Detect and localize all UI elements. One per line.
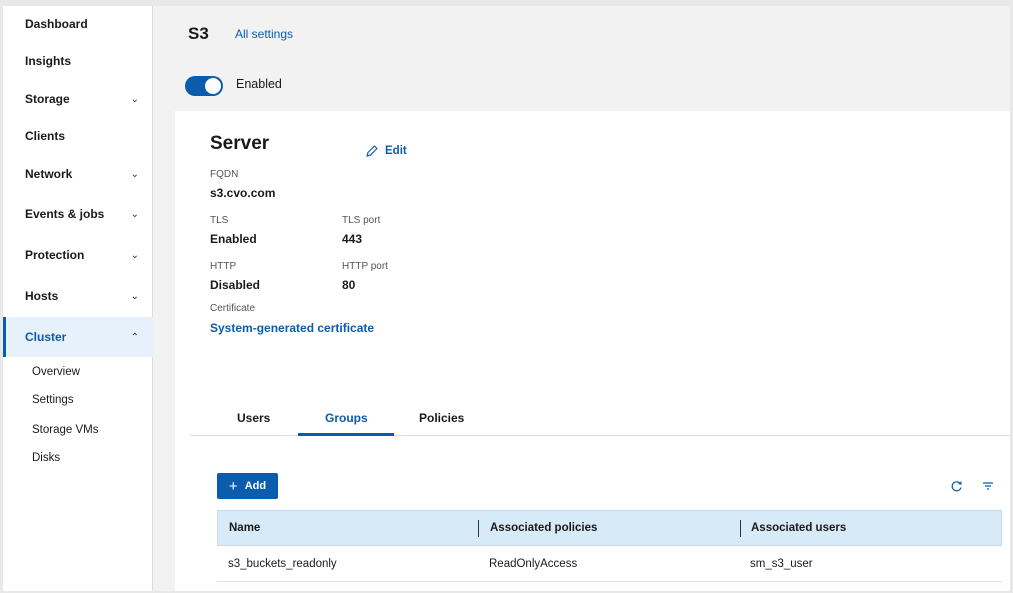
http-port-label: HTTP port	[342, 261, 388, 272]
chevron-down-icon: ⌄	[130, 93, 139, 105]
cell-associated-users: sm_s3_user	[750, 558, 813, 570]
sidebar-item-label: Insights	[25, 54, 72, 68]
sidebar-item-cluster[interactable]: Cluster ⌃	[3, 317, 153, 357]
sidebar-item-insights[interactable]: Insights	[3, 43, 153, 79]
sidebar-item-label: Dashboard	[25, 17, 88, 31]
tab-bar: Users Groups Policies	[190, 401, 1010, 436]
sidebar-item-hosts[interactable]: Hosts ⌄	[3, 278, 153, 314]
sidebar-item-label: Storage	[25, 92, 70, 106]
server-panel: Server Edit FQDN s3.cvo.com TLS Enabled …	[175, 111, 1010, 591]
cell-associated-policies: ReadOnlyAccess	[489, 558, 578, 570]
fqdn-label: FQDN	[210, 169, 239, 180]
plus-icon: +	[228, 477, 238, 495]
fqdn-value: s3.cvo.com	[210, 186, 276, 200]
sidebar-item-clients[interactable]: Clients	[3, 118, 153, 154]
edit-label: Edit	[385, 145, 407, 157]
tls-value: Enabled	[210, 232, 257, 246]
sidebar-item-label: Cluster	[25, 330, 67, 344]
tab-policies[interactable]: Policies	[419, 411, 464, 435]
table-row	[217, 582, 1002, 591]
server-title: Server	[210, 133, 270, 154]
sidebar-subitem-settings[interactable]: Settings	[32, 394, 74, 406]
tls-port-value: 443	[342, 232, 363, 246]
column-header-associated-users[interactable]: Associated users	[751, 522, 846, 534]
pencil-icon	[366, 145, 378, 157]
sidebar-item-label: Network	[25, 167, 73, 181]
cell-name: s3_buckets_readonly	[228, 558, 337, 570]
table-row[interactable]: s3_buckets_readonly ReadOnlyAccess sm_s3…	[217, 546, 1002, 582]
sidebar-subitem-storage-vms[interactable]: Storage VMs	[32, 424, 98, 436]
add-label: Add	[244, 480, 267, 492]
active-tab-indicator	[298, 433, 394, 436]
sidebar-item-network[interactable]: Network ⌄	[3, 156, 153, 192]
table-header: Name Associated policies Associated user…	[217, 510, 1002, 546]
s3-enabled-toggle[interactable]	[185, 76, 223, 96]
http-port-value: 80	[342, 278, 356, 292]
all-settings-link[interactable]: All settings	[235, 27, 293, 41]
column-header-name[interactable]: Name	[229, 522, 260, 534]
groups-table: Name Associated policies Associated user…	[217, 510, 1002, 591]
sidebar-item-dashboard[interactable]: Dashboard	[3, 6, 153, 42]
tab-users[interactable]: Users	[237, 411, 270, 435]
filter-icon[interactable]	[979, 477, 997, 495]
sidebar-item-storage[interactable]: Storage ⌄	[3, 81, 153, 117]
certificate-link[interactable]: System-generated certificate	[210, 321, 374, 335]
sidebar-item-label: Events & jobs	[25, 207, 105, 221]
http-label: HTTP	[210, 261, 237, 272]
column-divider[interactable]	[740, 520, 741, 537]
chevron-up-icon: ⌃	[130, 331, 139, 343]
tls-port-label: TLS port	[342, 215, 381, 226]
edit-button[interactable]: Edit	[365, 144, 407, 158]
sidebar-item-label: Protection	[25, 248, 85, 262]
sidebar-subitem-overview[interactable]: Overview	[32, 366, 80, 378]
add-button[interactable]: + Add	[217, 473, 278, 499]
sidebar-item-events-jobs[interactable]: Events & jobs ⌄	[3, 196, 153, 232]
sidebar-item-protection[interactable]: Protection ⌄	[3, 237, 153, 273]
tab-groups[interactable]: Groups	[325, 411, 368, 435]
column-header-associated-policies[interactable]: Associated policies	[490, 522, 597, 534]
sidebar-item-label: Clients	[25, 129, 66, 143]
chevron-down-icon: ⌄	[130, 208, 139, 220]
refresh-icon[interactable]	[947, 477, 965, 495]
certificate-label: Certificate	[210, 303, 256, 314]
chevron-down-icon: ⌄	[130, 249, 139, 261]
sidebar: Dashboard Insights Storage ⌄ Clients Net…	[3, 6, 153, 591]
chevron-down-icon: ⌄	[130, 290, 139, 302]
toggle-label: Enabled	[236, 77, 282, 91]
chevron-down-icon: ⌄	[130, 168, 139, 180]
tls-label: TLS	[210, 215, 229, 226]
column-divider[interactable]	[478, 520, 479, 537]
sidebar-item-label: Hosts	[25, 289, 59, 303]
app-window: Dashboard Insights Storage ⌄ Clients Net…	[3, 6, 1010, 591]
page-title: S3	[188, 24, 209, 43]
http-value: Disabled	[210, 278, 261, 292]
sidebar-subitem-disks[interactable]: Disks	[32, 452, 60, 464]
